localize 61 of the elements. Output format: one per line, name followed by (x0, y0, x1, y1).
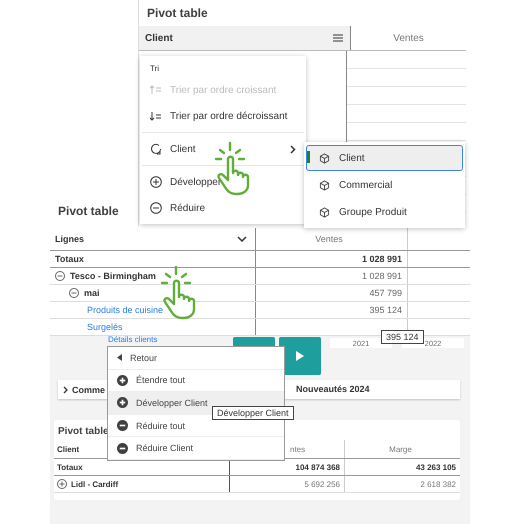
totals-label: Totaux (55, 254, 84, 264)
menu-item[interactable]: Trier par ordre décroissant (140, 103, 306, 129)
value-cell: 5 692 256 (304, 480, 340, 488)
menu-item[interactable]: Développer (140, 169, 306, 195)
menu-item[interactable]: Réduire (140, 195, 306, 221)
value-tooltip: 395 124 (381, 330, 424, 344)
plus-circle-icon (117, 397, 128, 408)
totals-value: 43 263 105 (416, 462, 456, 472)
cube-icon (319, 152, 330, 164)
value-cell: 457 799 (369, 288, 402, 298)
menu-item[interactable]: Réduire Client (108, 437, 284, 460)
panel-title: Pivot table (146, 5, 209, 22)
chevron-down-icon[interactable] (237, 236, 247, 242)
chevron-right-icon (290, 144, 296, 154)
expand-toggle-icon[interactable] (57, 479, 67, 489)
value-cell: 2 618 382 (420, 480, 456, 488)
panel-title: Pivot table (57, 425, 110, 439)
menu-icon[interactable] (333, 34, 343, 42)
details-link[interactable]: Détails clients (108, 335, 158, 344)
chevron-right-icon (63, 386, 68, 394)
row-label[interactable]: Tesco - Birmingham (70, 271, 156, 281)
minus-circle-icon (117, 442, 128, 454)
cube-icon (319, 180, 330, 190)
cube-icon (319, 206, 330, 218)
column-header[interactable]: Client (145, 32, 173, 44)
submenu-item[interactable]: Groupe Produit (306, 199, 463, 225)
totals-value: 1 028 991 (362, 254, 402, 264)
tooltip: Développer Client (212, 406, 294, 420)
column-header: Client (57, 444, 80, 454)
column-header: Marge (389, 444, 412, 454)
section-title: Nouveautés 2024 (296, 384, 370, 394)
plus-circle-icon (117, 374, 128, 386)
row-label[interactable]: Surgelés (87, 322, 123, 332)
sort-descending-icon (150, 111, 162, 121)
row-label[interactable]: mai (84, 288, 100, 298)
section-label: Comme (72, 384, 106, 394)
minus-circle-icon (117, 420, 128, 432)
totals-label: Totaux (57, 462, 83, 472)
submenu-item[interactable]: Client (306, 145, 463, 171)
submenu-item[interactable]: Commercial (306, 172, 463, 198)
totals-value: 104 874 368 (296, 462, 340, 472)
menu-section-label: Tri (149, 63, 160, 75)
sort-ascending-icon (150, 85, 162, 95)
column-header: Lignes (55, 234, 84, 244)
collapse-toggle-icon[interactable] (55, 271, 65, 281)
panel-title: Pivot table (57, 203, 120, 220)
value-cell: 1 028 991 (362, 271, 402, 281)
column-header: ntes (290, 444, 306, 454)
value-cell: 395 124 (369, 305, 402, 315)
back-triangle-icon (117, 354, 122, 362)
collapse-toggle-icon[interactable] (69, 288, 79, 298)
row-label[interactable]: Lidl - Cardiff (71, 480, 118, 488)
play-icon (296, 351, 304, 361)
minus-circle-icon (150, 202, 162, 214)
menu-item[interactable]: Retour (108, 347, 284, 370)
column-header: Ventes (315, 234, 343, 244)
menu-item[interactable]: Client (140, 136, 306, 162)
refresh-icon (150, 143, 162, 155)
row-label[interactable]: Produits de cuisine (87, 305, 164, 315)
column-header: Ventes (393, 32, 424, 44)
plus-circle-icon (150, 176, 162, 188)
